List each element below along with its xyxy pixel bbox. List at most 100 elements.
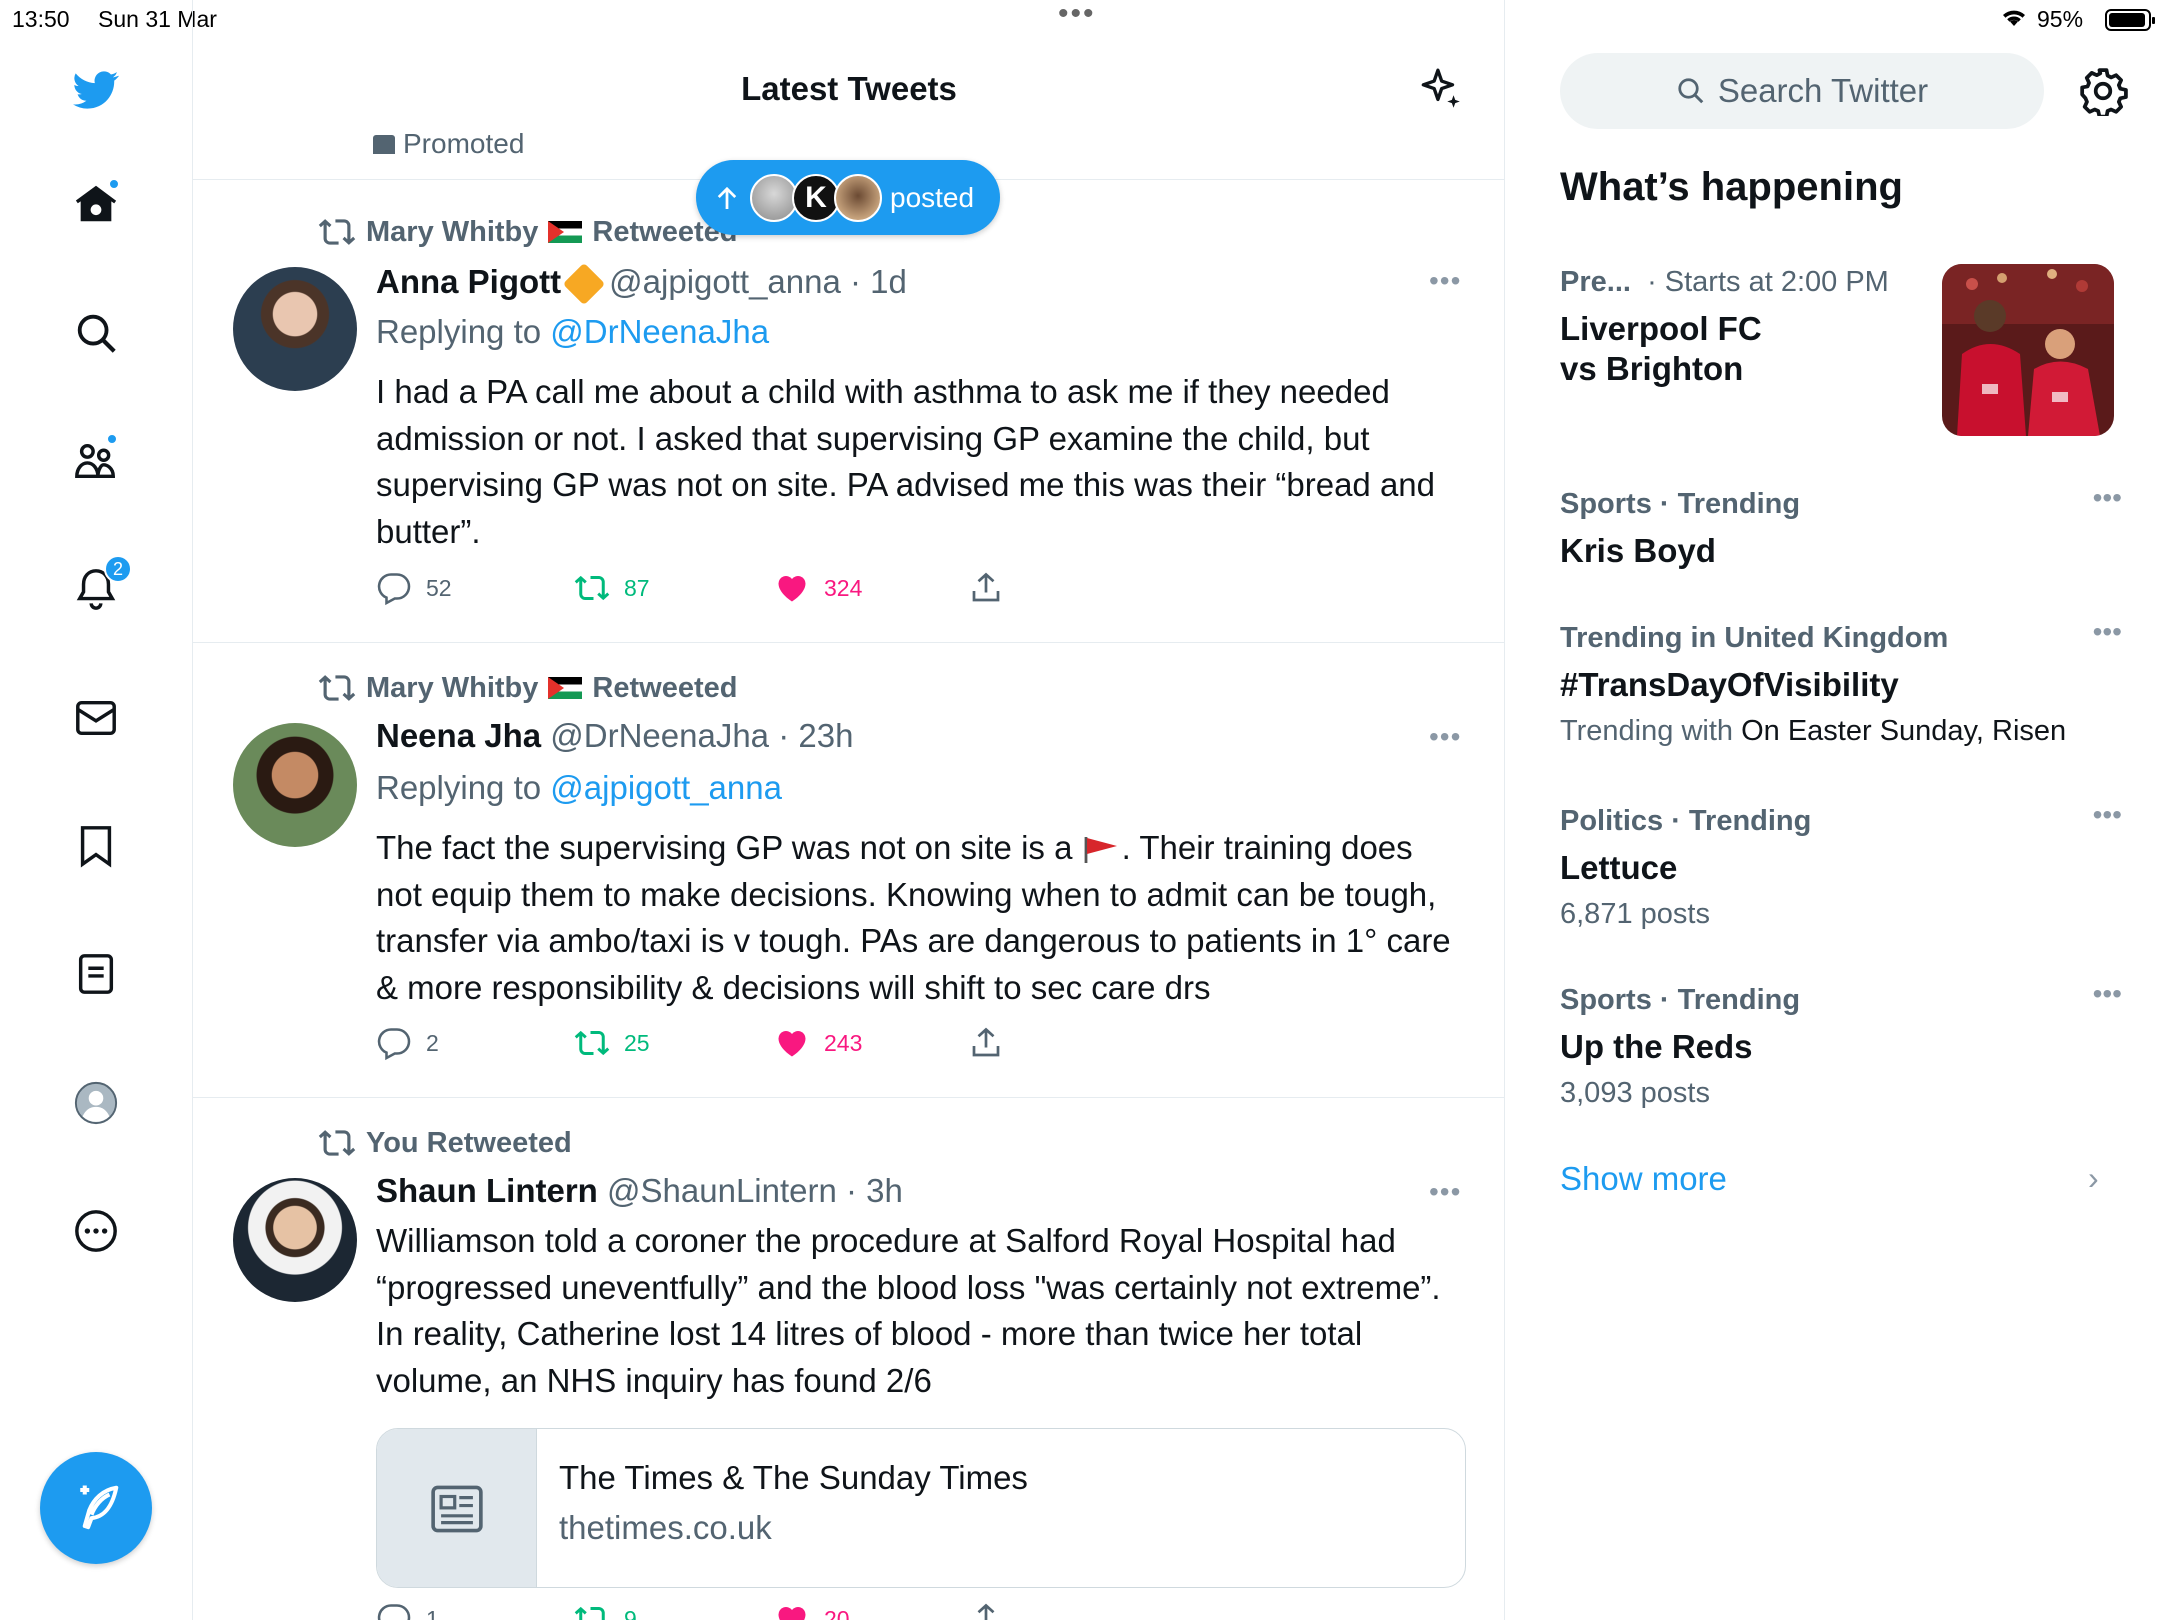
- notifications-badge: 2: [104, 555, 132, 583]
- tweet[interactable]: Mary Whitby Retweeted Anna Pigott @ajpigo…: [193, 185, 1504, 643]
- verified-badge-icon: [562, 263, 606, 306]
- trend-meta: Sports · Trending: [1560, 488, 1801, 520]
- event-image[interactable]: [1942, 264, 2114, 436]
- retweet-count: 87: [624, 574, 650, 601]
- messages-icon[interactable]: [68, 690, 124, 746]
- replying-to-prefix: Replying to: [376, 769, 542, 806]
- reply-button[interactable]: 52: [376, 570, 452, 606]
- trend-item[interactable]: Politics · Trending Lettuce 6,871 posts …: [1560, 799, 2122, 931]
- more-icon[interactable]: [68, 1203, 124, 1259]
- tweet-time[interactable]: · 23h: [778, 717, 853, 754]
- link-card-title: The Times & The Sunday Times: [559, 1459, 1028, 1496]
- like-button[interactable]: 20: [774, 1601, 850, 1620]
- gear-icon[interactable]: [2078, 66, 2128, 116]
- trend-item[interactable]: Trending in United Kingdom #TransDayOfVi…: [1560, 616, 2122, 748]
- trend-more-icon[interactable]: •••: [2093, 482, 2122, 514]
- tweet-more-icon[interactable]: •••: [1429, 721, 1463, 753]
- tweet[interactable]: You Retweeted Shaun Lintern @ShaunLinter…: [193, 1098, 1504, 1620]
- compose-feather-icon: [80, 1485, 119, 1530]
- trend-title: Kris Boyd: [1560, 532, 1716, 569]
- show-more-link[interactable]: Show more: [1560, 1160, 1727, 1198]
- reply-button[interactable]: 1: [376, 1601, 439, 1620]
- reply-count: 2: [426, 1029, 439, 1056]
- new-posts-pill[interactable]: K posted: [696, 160, 1001, 235]
- trend-title: Up the Reds: [1560, 1028, 1753, 1065]
- replying-to-link[interactable]: @DrNeenaJha: [550, 313, 769, 350]
- tweet-more-icon[interactable]: •••: [1429, 1176, 1463, 1208]
- reply-count: 52: [426, 574, 452, 601]
- tweet-header: Shaun Lintern @ShaunLintern · 3h: [376, 1172, 903, 1210]
- retweet-icon: [574, 1030, 610, 1056]
- trend-meta: Politics · Trending: [1560, 805, 1812, 837]
- replying-to: Replying to @DrNeenaJha: [376, 313, 769, 351]
- profile-icon[interactable]: [68, 1075, 124, 1131]
- tweet-header: Anna Pigott @ajpigott_anna · 1d: [376, 263, 907, 306]
- replying-to-prefix: Replying to: [376, 313, 542, 350]
- avatar[interactable]: [233, 267, 357, 391]
- author-handle[interactable]: @DrNeenaJha: [550, 717, 769, 754]
- compose-tweet-button[interactable]: [40, 1452, 152, 1564]
- share-icon: [977, 1603, 995, 1620]
- trend-meta: Trending in United Kingdom: [1560, 622, 1949, 654]
- trend-more-icon[interactable]: •••: [2093, 978, 2122, 1010]
- search-icon[interactable]: [68, 305, 124, 361]
- search-placeholder: Search Twitter: [1717, 72, 1929, 109]
- share-button[interactable]: [968, 570, 1004, 606]
- like-button[interactable]: 243: [774, 1025, 862, 1061]
- communities-unread-dot: [106, 433, 118, 445]
- sparkle-timeline-switch-icon[interactable]: [1415, 64, 1465, 114]
- author-name[interactable]: Anna Pigott: [376, 263, 561, 300]
- chevron-right-icon[interactable]: ›: [2088, 1160, 2099, 1197]
- retweet-context: Mary Whitby Retweeted: [318, 669, 737, 707]
- tweet[interactable]: Mary Whitby Retweeted Neena Jha @DrNeena…: [193, 643, 1504, 1098]
- trend-post-count: 6,871 posts: [1560, 898, 1710, 930]
- palestine-flag-icon: [548, 677, 583, 699]
- trend-item[interactable]: Sports · Trending Up the Reds 3,093 post…: [1560, 978, 2122, 1110]
- trend-more-icon[interactable]: •••: [2093, 616, 2122, 648]
- author-handle[interactable]: @ajpigott_anna: [609, 263, 841, 300]
- search-input[interactable]: Search Twitter: [1560, 53, 2044, 129]
- replying-to-link[interactable]: @ajpigott_anna: [550, 769, 782, 806]
- link-card[interactable]: The Times & The Sunday Times thetimes.co…: [376, 1428, 1466, 1588]
- author-name[interactable]: Neena Jha: [376, 717, 541, 754]
- trend-more-icon[interactable]: •••: [2093, 799, 2122, 831]
- tweet-header: Neena Jha @DrNeenaJha · 23h: [376, 717, 853, 755]
- share-button[interactable]: [968, 1601, 1004, 1620]
- retweet-button[interactable]: 87: [574, 570, 650, 606]
- tweet-time[interactable]: · 3h: [846, 1172, 903, 1209]
- lists-icon[interactable]: [68, 946, 124, 1002]
- page-title: Latest Tweets: [741, 70, 957, 107]
- red-flag-emoji-icon: [1084, 837, 1117, 864]
- retweeted-by-name[interactable]: Mary Whitby: [366, 216, 538, 249]
- replying-to: Replying to @ajpigott_anna: [376, 769, 782, 807]
- trend-item[interactable]: Sports · Trending Kris Boyd •••: [1560, 482, 2122, 571]
- like-button[interactable]: 324: [774, 570, 862, 606]
- retweet-button[interactable]: 9: [574, 1601, 637, 1620]
- trend-sub: Trending with On Easter Sunday, Risen: [1560, 715, 2120, 748]
- author-handle[interactable]: @ShaunLintern: [607, 1172, 837, 1209]
- retweeted-by-name[interactable]: Mary Whitby: [366, 672, 538, 705]
- share-button[interactable]: [968, 1025, 1004, 1061]
- heart-icon: [778, 1607, 806, 1620]
- reply-icon: [377, 1028, 411, 1061]
- retweet-icon: [318, 219, 356, 245]
- promoted-text: Promoted: [403, 128, 525, 154]
- tweet-more-icon[interactable]: •••: [1429, 265, 1463, 297]
- reply-icon: [377, 1604, 411, 1620]
- link-card-thumbnail: [377, 1429, 537, 1587]
- bookmarks-icon[interactable]: [68, 818, 124, 874]
- tweet-text: Williamson told a coroner the procedure …: [376, 1222, 1441, 1399]
- author-name[interactable]: Shaun Lintern: [376, 1172, 598, 1209]
- avatar[interactable]: [233, 1178, 357, 1302]
- tweet-time[interactable]: · 1d: [850, 263, 907, 300]
- communities-icon[interactable]: [68, 433, 124, 489]
- home-icon[interactable]: [68, 176, 124, 232]
- retweet-button[interactable]: 25: [574, 1025, 650, 1061]
- notifications-icon[interactable]: 2: [68, 555, 132, 617]
- poster-avatar-k: K: [792, 173, 840, 222]
- tweet-actions: 2 25 243: [376, 1025, 1076, 1065]
- avatar[interactable]: [233, 723, 357, 847]
- reply-count: 1: [426, 1605, 439, 1620]
- twitter-logo-icon[interactable]: [68, 62, 124, 118]
- reply-button[interactable]: 2: [376, 1025, 439, 1061]
